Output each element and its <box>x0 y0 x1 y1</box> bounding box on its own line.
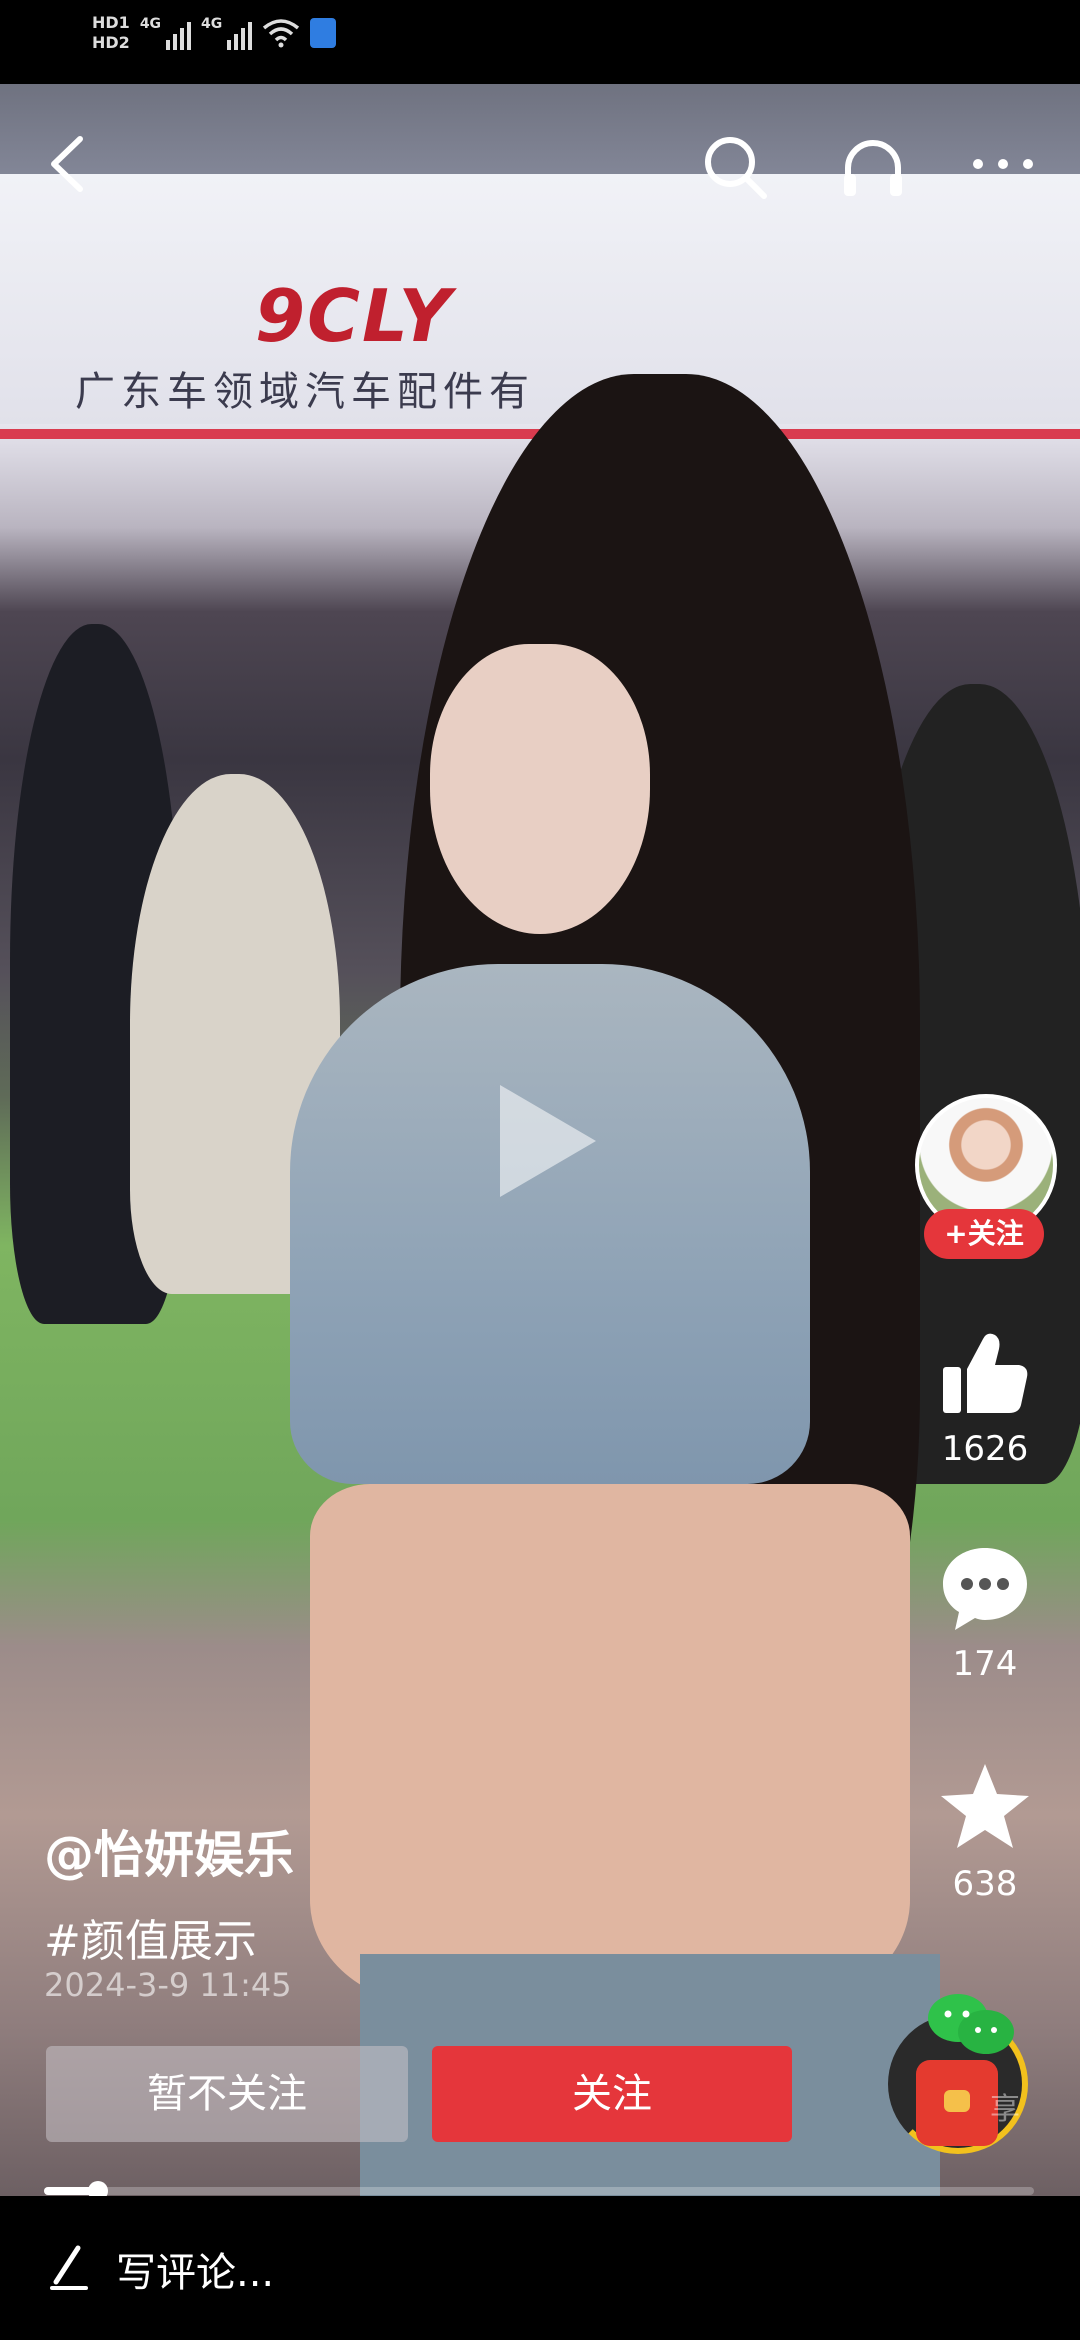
like-button[interactable]: 1626 <box>925 1325 1045 1469</box>
status-icons: HD1 HD2 4G 4G <box>92 14 337 52</box>
comment-count: 174 <box>952 1644 1018 1684</box>
network-label-2: 4G <box>201 16 223 32</box>
more-icon[interactable] <box>968 144 1038 184</box>
play-icon[interactable] <box>500 1085 596 1197</box>
banner-logo: 9CLY <box>255 274 453 358</box>
banner-text: 广东车领域汽车配件有 <box>75 369 535 415</box>
vpn-shield-icon <box>310 18 337 48</box>
comment-input-placeholder[interactable]: 写评论... <box>116 2240 274 2298</box>
hashtag-link[interactable]: #颜值展示 <box>44 1905 257 1969</box>
top-nav <box>0 84 1080 244</box>
share-widget[interactable]: 享 <box>880 1990 1040 2154</box>
search-icon[interactable] <box>700 132 770 202</box>
status-bar: HD1 HD2 4G 4G <box>0 0 1080 84</box>
headphones-icon[interactable] <box>838 132 908 202</box>
share-label: 享 <box>990 2092 1020 2127</box>
author-username[interactable]: @怡妍娱乐 <box>44 1815 294 1887</box>
subject-face <box>430 644 650 934</box>
like-count: 1626 <box>941 1429 1029 1469</box>
wechat-icon[interactable] <box>926 1990 1016 2060</box>
follow-badge-button[interactable]: +关注 <box>924 1209 1044 1259</box>
signal-icon-2: 4G <box>201 16 253 50</box>
favorite-button[interactable]: 638 <box>925 1760 1045 1904</box>
subject-body <box>310 1484 910 2004</box>
comment-bubble-icon <box>943 1548 1027 1630</box>
red-packet-icon[interactable] <box>916 2060 998 2146</box>
favorite-count: 638 <box>952 1864 1018 1904</box>
video-progress-bar[interactable] <box>44 2181 1034 2201</box>
hd2-label: HD2 <box>92 33 130 52</box>
signal-icon-1: 4G <box>139 16 192 50</box>
pen-icon <box>50 2245 88 2290</box>
hd1-label: HD1 <box>92 13 130 32</box>
follow-button[interactable]: 关注 <box>432 2046 792 2142</box>
skip-follow-button[interactable]: 暂不关注 <box>46 2046 408 2142</box>
subject-top <box>290 964 810 1484</box>
hd-indicator: HD1 HD2 <box>92 14 130 52</box>
post-date: 2024-3-9 11:45 <box>44 1966 292 2004</box>
comment-button[interactable]: 174 <box>925 1540 1045 1684</box>
network-label-1: 4G <box>139 16 162 32</box>
star-icon <box>941 1764 1029 1848</box>
back-arrow-icon[interactable] <box>40 129 96 199</box>
wifi-icon <box>263 19 300 48</box>
comment-bar[interactable]: 写评论... <box>0 2196 1080 2340</box>
thumbs-up-icon <box>943 1333 1028 1413</box>
